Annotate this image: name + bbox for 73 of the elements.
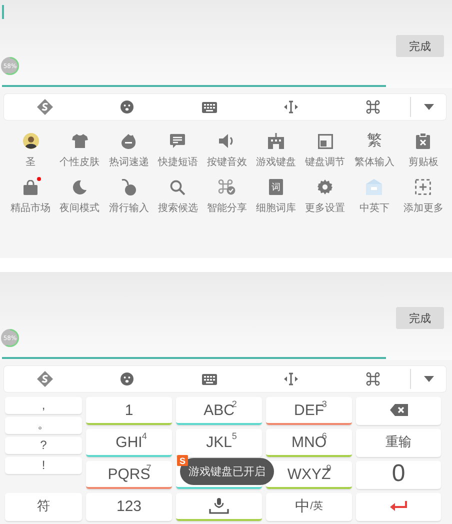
function-label[interactable]: 滑行输入 [108,201,149,215]
symbol-key[interactable]: 符 [5,493,82,521]
enter-key[interactable] [356,493,441,521]
delete-key[interactable] [356,397,441,425]
space-key[interactable] [176,493,262,521]
done-button[interactable]: 完成 [396,307,444,329]
function-label[interactable]: 键盘调节 [305,155,346,169]
window-icon [318,134,333,148]
keyboard-icon[interactable] [202,374,216,384]
command-icon[interactable] [366,100,380,114]
key-digit: 3 [322,399,327,409]
function-label[interactable]: 快捷短语 [158,155,198,169]
game-keyboard-icon [268,133,284,149]
cursor-move-icon[interactable] [284,100,298,114]
function-label[interactable]: 搜索候选 [158,201,198,215]
function-label[interactable]: 游戏键盘 [256,155,296,169]
dropdown-icon [424,376,434,382]
punctuation-key[interactable]: , [5,397,82,414]
avatar-icon [22,133,39,149]
reinput-key[interactable]: 重输 [356,429,441,457]
function-label[interactable]: 剪贴板 [408,155,438,169]
book-icon: 词 [269,179,284,195]
keyboard-icon[interactable] [202,102,216,112]
speaker-icon [218,134,235,148]
moon-icon [72,180,88,194]
logo-badge: S [177,455,188,466]
function-label[interactable]: 按键音效 [206,155,247,169]
add-icon [415,179,432,195]
emoji-icon[interactable] [120,100,134,114]
function-label[interactable]: 更多设置 [305,201,346,215]
bag-icon [23,180,38,194]
cherry-icon [120,178,137,196]
punctuation-key[interactable]: ! [5,457,82,474]
logo-icon[interactable] [36,370,54,388]
function-label[interactable]: 繁体输入 [354,155,394,169]
letter-key[interactable]: MNO6 [266,429,352,457]
command-icon[interactable] [366,372,380,386]
function-label[interactable]: 夜间模式 [60,201,100,215]
zero-key[interactable]: 0 [356,461,441,489]
function-label[interactable]: 添加更多 [403,201,444,215]
logo-icon[interactable] [36,98,54,116]
function-label[interactable]: 热词速递 [108,155,149,169]
punctuation-key[interactable]: 。 [5,417,82,434]
traditional-char-icon: 繁 [366,132,382,150]
message-icon [170,134,186,148]
flame-icon [121,133,136,149]
key-digit: 5 [232,431,237,441]
letter-key[interactable]: 1 [86,397,172,425]
backspace-icon [390,404,408,416]
clipboard-icon [416,133,430,149]
enter-icon [390,501,408,511]
language-key[interactable]: 中/英 [266,493,352,521]
letter-key[interactable]: 123 [86,493,172,521]
punctuation-key[interactable]: ? [5,437,82,454]
command-check-icon [218,179,236,195]
key-digit: 2 [232,399,237,409]
function-label[interactable]: 智能分享 [206,201,247,215]
function-label[interactable]: 个性皮肤 [60,155,100,169]
cursor-move-icon[interactable] [284,372,298,386]
search-icon [170,180,186,194]
dropdown-icon [424,104,434,110]
settings-icon [317,179,334,195]
function-label[interactable]: 圣 [26,155,36,169]
shirt-icon [72,134,88,148]
function-label[interactable]: 精品市场 [10,201,51,215]
microphone-icon [209,498,229,514]
key-digit: 4 [142,431,147,441]
key-digit: 7 [146,463,152,473]
function-label[interactable]: 细胞词库 [256,201,296,215]
emoji-icon[interactable] [120,372,134,386]
function-label[interactable]: 中英下 [359,201,390,215]
box-icon [365,179,384,195]
done-button[interactable]: 完成 [396,35,444,57]
